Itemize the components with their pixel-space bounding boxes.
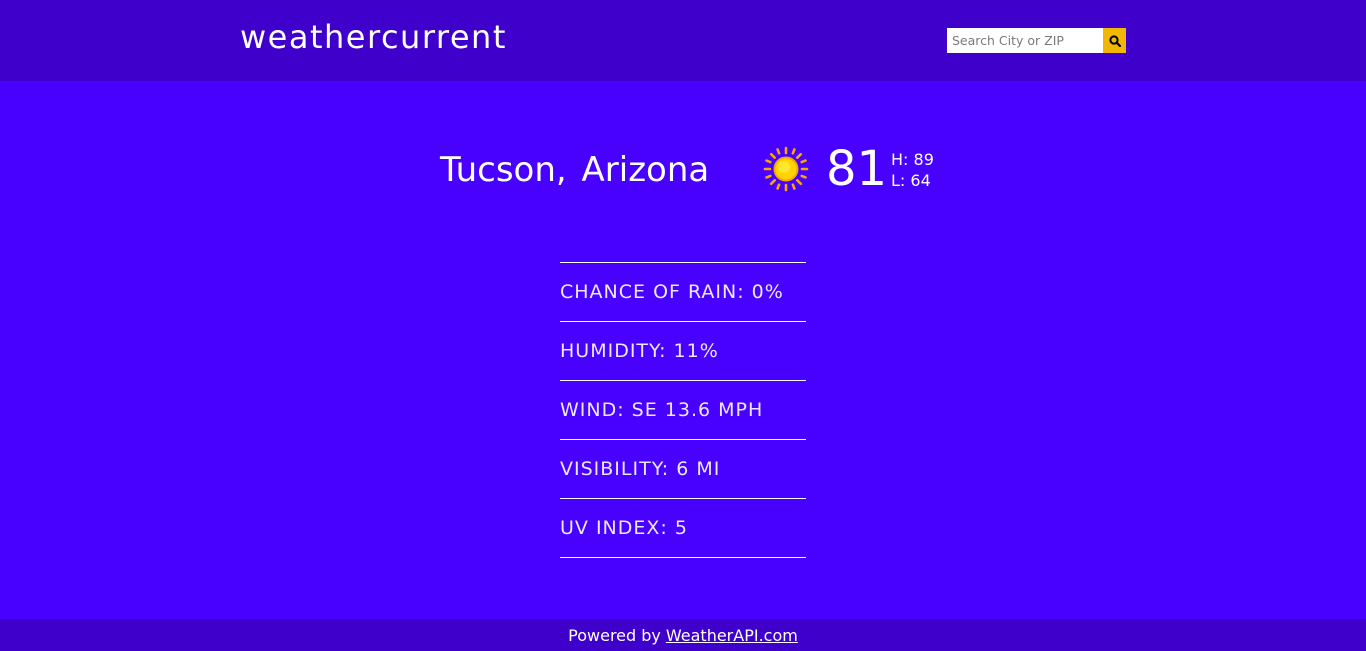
weather-details-list: CHANCE OF RAIN: 0% HUMIDITY: 11% WIND: S…	[560, 262, 806, 558]
footer-powered-by-text: Powered by	[568, 625, 661, 645]
weatherapi-link[interactable]: WeatherAPI.com	[666, 626, 798, 645]
site-footer: Powered by WeatherAPI.com	[0, 619, 1366, 651]
high-low-temperatures: H: 89 L: 64	[891, 149, 934, 191]
low-temperature: L: 64	[891, 171, 931, 190]
search-form	[947, 28, 1126, 53]
detail-chance-of-rain: CHANCE OF RAIN: 0%	[560, 263, 806, 322]
site-logo[interactable]: weathercurrent	[240, 18, 507, 56]
sun-icon	[763, 146, 809, 192]
search-input[interactable]	[947, 28, 1103, 53]
detail-visibility: VISIBILITY: 6 MI	[560, 440, 806, 499]
detail-humidity: HUMIDITY: 11%	[560, 322, 806, 381]
high-temperature: H: 89	[891, 150, 934, 169]
site-header: weathercurrent	[0, 0, 1366, 81]
detail-wind: WIND: SE 13.6 MPH	[560, 381, 806, 440]
detail-uv-index: UV INDEX: 5	[560, 499, 806, 558]
current-temperature: 81	[826, 141, 888, 197]
location-title: Tucson, Arizona	[440, 150, 710, 190]
search-button[interactable]	[1103, 28, 1126, 53]
search-icon	[1108, 34, 1121, 47]
